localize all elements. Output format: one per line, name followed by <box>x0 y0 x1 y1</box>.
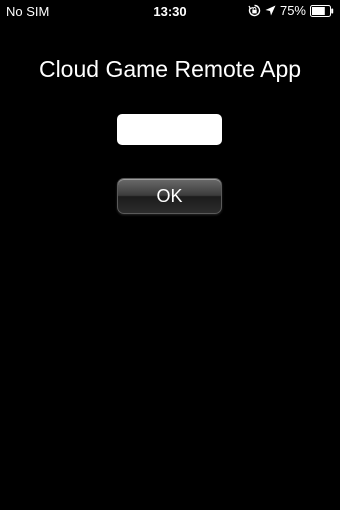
ok-button[interactable]: OK <box>117 178 222 214</box>
app-title: Cloud Game Remote App <box>38 56 302 82</box>
status-indicators: 75% <box>248 3 334 18</box>
battery-icon <box>310 4 334 17</box>
rotation-lock-icon <box>248 4 261 17</box>
code-input[interactable] <box>117 114 222 145</box>
battery-percent: 75% <box>279 3 306 18</box>
location-arrow-icon <box>265 5 276 16</box>
status-bar: No SIM 13:30 75% <box>0 0 340 22</box>
